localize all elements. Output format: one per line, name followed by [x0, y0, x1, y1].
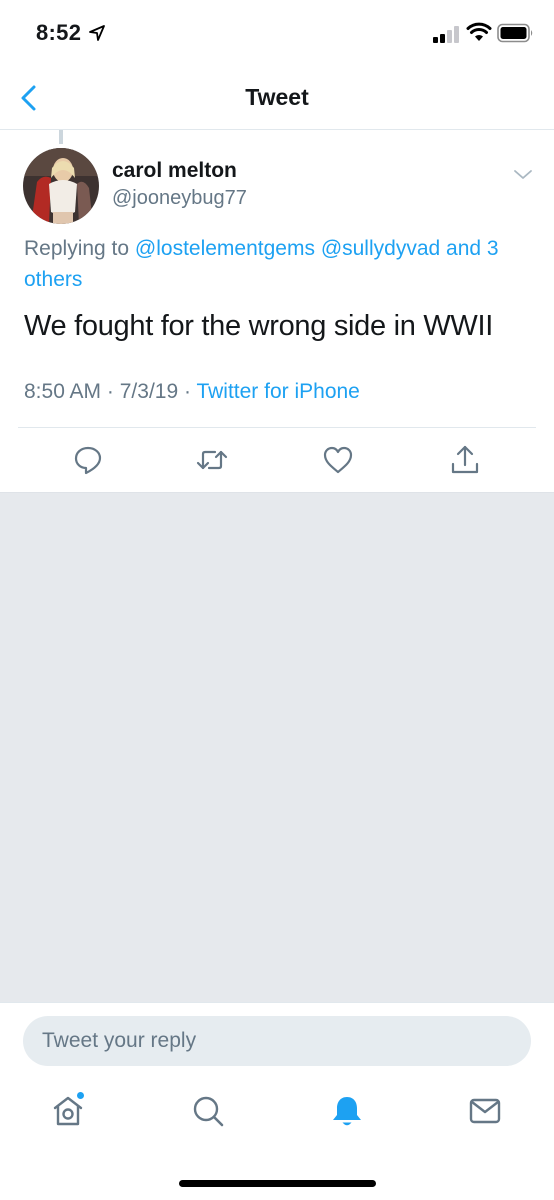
page-title: Tweet [245, 84, 309, 110]
home-notification-dot [76, 1091, 85, 1100]
divider [18, 427, 536, 428]
reply-placeholder: Tweet your reply [42, 1029, 197, 1052]
like-icon[interactable] [322, 444, 354, 476]
search-icon[interactable] [190, 1093, 226, 1129]
tweet-date: 7/3/19 [119, 380, 179, 403]
chevron-down-icon[interactable] [511, 165, 535, 185]
author-name[interactable]: carol melton [112, 159, 237, 183]
tweet-time: 8:50 AM [24, 380, 102, 403]
bottom-panel: Tweet your reply [0, 1002, 554, 1200]
replying-to: Replying to @lostelementgems @sullydyvad… [24, 233, 534, 295]
status-time: 8:52 [36, 20, 82, 45]
battery-icon [497, 23, 533, 43]
tweet-actions [0, 440, 554, 480]
retweet-icon[interactable] [196, 444, 228, 476]
replying-prefix: Replying to [24, 237, 130, 260]
avatar-image [23, 148, 99, 224]
notifications-icon[interactable] [329, 1093, 365, 1129]
thread-connector-line [59, 130, 63, 144]
reply-icon[interactable] [72, 444, 104, 476]
tweet-text: We fought for the wrong side in WWII [24, 310, 493, 342]
meta-separator: · [183, 380, 191, 403]
mention-link[interactable]: @lostelementgems [135, 237, 315, 260]
messages-icon[interactable] [467, 1093, 503, 1129]
status-bar: 8:52 [0, 0, 554, 66]
wifi-icon [466, 22, 492, 41]
empty-replies-area [0, 492, 554, 1002]
replying-and[interactable]: and [446, 237, 481, 260]
mention-link[interactable]: @sullydyvad [321, 237, 440, 260]
tweet-source-link[interactable]: Twitter for iPhone [196, 380, 359, 403]
nav-bar: Tweet [0, 66, 554, 130]
share-icon[interactable] [449, 444, 481, 476]
author-handle[interactable]: @jooneybug77 [112, 187, 247, 210]
tweet-meta: 8:50 AM · 7/3/19 · Twitter for iPhone [24, 380, 360, 404]
location-arrow-icon [89, 25, 105, 41]
reply-input[interactable]: Tweet your reply [23, 1016, 531, 1066]
cellular-signal-icon [433, 26, 459, 43]
avatar[interactable] [23, 148, 99, 224]
meta-separator: · [106, 380, 114, 403]
home-indicator[interactable] [179, 1180, 376, 1187]
